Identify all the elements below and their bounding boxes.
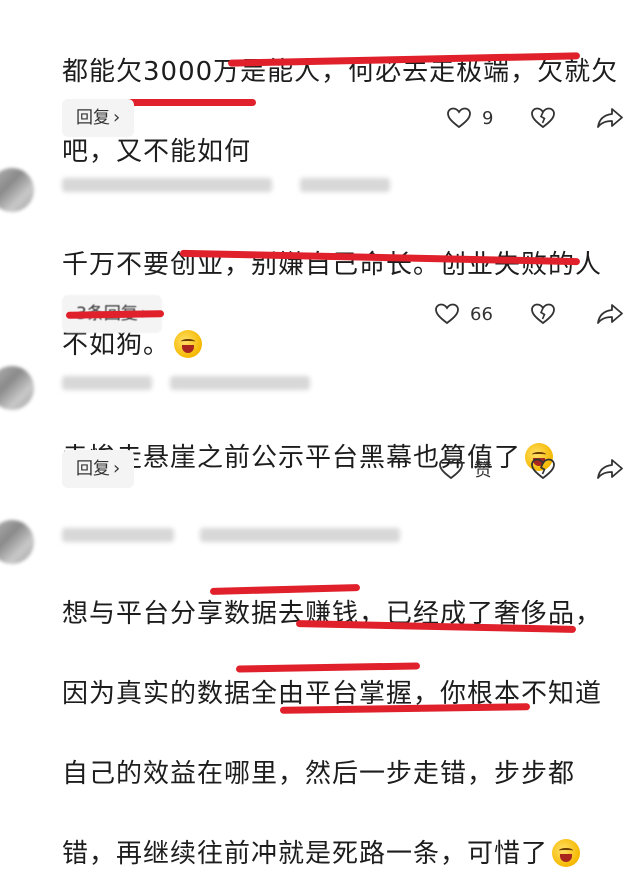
chevron-right-icon: › bbox=[113, 458, 121, 479]
reply-label: 回复 bbox=[76, 108, 110, 128]
comment-3-dislike-button[interactable] bbox=[530, 452, 556, 486]
comment-1-share-button[interactable] bbox=[596, 101, 624, 135]
comment-3-reply-button[interactable]: 回复 › bbox=[62, 450, 135, 488]
laughing-crying-emoji bbox=[552, 839, 581, 867]
comment-4-line-3: 自己的效益在哪里，然后一步走错，步步都 bbox=[62, 759, 576, 789]
broken-heart-icon bbox=[531, 458, 555, 480]
heart-outline-icon bbox=[447, 107, 471, 129]
blurred-meta bbox=[170, 376, 310, 390]
comment-2-share-button[interactable] bbox=[596, 297, 624, 331]
comment-1-dislike-button[interactable] bbox=[530, 101, 556, 135]
like-count: 66 bbox=[470, 303, 493, 325]
heart-outline-icon bbox=[439, 458, 463, 480]
like-label: 赞 bbox=[474, 460, 492, 481]
broken-heart-icon bbox=[531, 107, 555, 129]
comment-1-underline-2 bbox=[118, 99, 256, 106]
comment-3-share-button[interactable] bbox=[596, 452, 624, 486]
blurred-username bbox=[62, 528, 174, 542]
comment-2-like-button[interactable]: 66 bbox=[434, 297, 493, 331]
comment-3-like-button[interactable]: 赞 bbox=[438, 452, 492, 486]
laughing-crying-emoji bbox=[174, 330, 203, 358]
blurred-meta bbox=[300, 178, 390, 192]
share-arrow-icon bbox=[597, 459, 623, 479]
comment-4-text: 想与平台分享数据去赚钱，已经成了奢侈品， 因为真实的数据全由平台掌握，你根本不知… bbox=[62, 554, 632, 874]
comment-2-text: 千万不要创业，别嫌自己命长。创业失败的人 不如狗。 bbox=[62, 205, 632, 365]
comment-2-line-2: 不如狗。 bbox=[62, 330, 171, 360]
reply-label: 回复 bbox=[76, 459, 110, 479]
comment-2-dislike-button[interactable] bbox=[530, 297, 556, 331]
share-arrow-icon bbox=[597, 304, 623, 324]
avatar[interactable] bbox=[0, 366, 34, 410]
heart-outline-icon bbox=[435, 303, 459, 325]
blurred-meta bbox=[200, 528, 400, 542]
blurred-username bbox=[62, 178, 272, 192]
chevron-right-icon: › bbox=[113, 107, 121, 128]
like-count: 9 bbox=[482, 107, 494, 129]
avatar[interactable] bbox=[0, 168, 34, 212]
comment-1-line-2: 吧，又不能如何 bbox=[62, 137, 252, 167]
avatar[interactable] bbox=[0, 520, 34, 564]
share-arrow-icon bbox=[597, 108, 623, 128]
comment-1-like-button[interactable]: 9 bbox=[446, 101, 493, 135]
blurred-username bbox=[62, 376, 152, 390]
comment-1-text: 都能欠3000万是能人，何必去走极端，欠就欠 吧，又不能如何 bbox=[62, 12, 632, 172]
comment-4-line-4: 错，再继续往前冲就是死路一条，可惜了 bbox=[62, 839, 549, 869]
comment-1-reply-button[interactable]: 回复 › bbox=[62, 99, 135, 137]
broken-heart-icon bbox=[531, 303, 555, 325]
